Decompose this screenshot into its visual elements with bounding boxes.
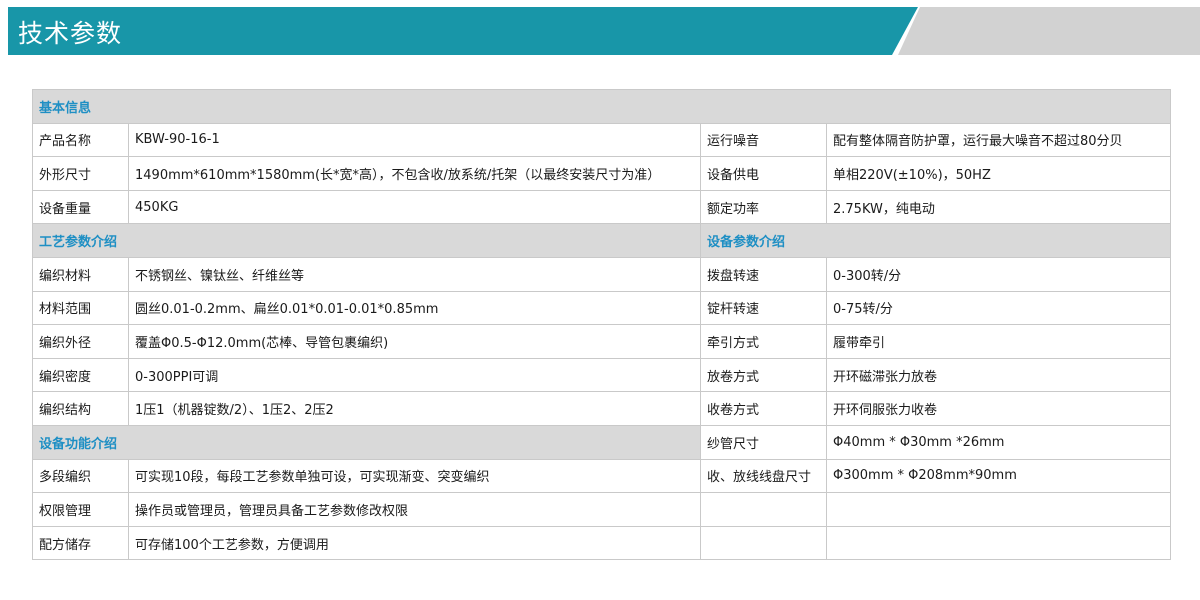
table-row: 材料范围 圆丝0.01-0.2mm、扁丝0.01*0.01-0.01*0.85m… bbox=[32, 290, 1172, 326]
table-row: 编织密度 0-300PPI可调 放卷方式 开环磁滞张力放卷 bbox=[32, 357, 1172, 393]
row-value: 操作员或管理员，管理员具备工艺参数修改权限 bbox=[128, 492, 701, 527]
row-label: 配方储存 bbox=[32, 525, 129, 561]
empty-cell bbox=[700, 525, 827, 561]
row-label: 拨盘转速 bbox=[700, 256, 827, 292]
row-label: 编织材料 bbox=[32, 256, 129, 292]
section-title-functions: 设备功能介绍 bbox=[32, 424, 701, 460]
row-value: 配有整体隔音防护罩，运行最大噪音不超过80分贝 bbox=[825, 122, 1172, 158]
row-label: 编织结构 bbox=[32, 391, 129, 426]
row-value: 圆丝0.01-0.2mm、扁丝0.01*0.01-0.01*0.85mm bbox=[128, 290, 701, 326]
row-label: 产品名称 bbox=[32, 122, 129, 158]
table-row: 产品名称 KBW-90-16-1 运行噪音 配有整体隔音防护罩，运行最大噪音不超… bbox=[32, 122, 1172, 158]
section-row-basic: 基本信息 bbox=[31, 89, 1172, 124]
table-row: 多段编织 可实现10段，每段工艺参数单独可设，可实现渐变、突变编织 收、放线线盘… bbox=[32, 458, 1172, 494]
empty-cell bbox=[825, 525, 1172, 561]
row-value: 单相220V(±10%)，50HZ bbox=[825, 156, 1172, 191]
table-row: 编织材料 不锈钢丝、镍钛丝、纤维丝等 拨盘转速 0-300转/分 bbox=[32, 256, 1172, 292]
row-value: Φ300mm * Φ208mm*90mm bbox=[825, 458, 1172, 494]
row-label: 运行噪音 bbox=[700, 122, 827, 158]
row-value: 可存储100个工艺参数，方便调用 bbox=[128, 525, 701, 561]
row-value: KBW-90-16-1 bbox=[128, 122, 701, 158]
row-value: 450KG bbox=[128, 189, 701, 225]
row-label: 收、放线线盘尺寸 bbox=[700, 458, 827, 494]
section-title-basic: 基本信息 bbox=[31, 89, 1172, 124]
row-value: 0-300转/分 bbox=[825, 256, 1172, 292]
page-title: 技术参数 bbox=[18, 19, 123, 48]
table-row: 外形尺寸 1490mm*610mm*1580mm(长*宽*高），不包含收/放系统… bbox=[32, 156, 1172, 191]
row-value: 履带牵引 bbox=[825, 324, 1172, 359]
table-row: 配方储存 可存储100个工艺参数，方便调用 bbox=[32, 525, 1172, 561]
header-banner-gray bbox=[898, 7, 1200, 55]
row-value: 1490mm*610mm*1580mm(长*宽*高），不包含收/放系统/托架（以… bbox=[128, 156, 701, 191]
row-value: 0-75转/分 bbox=[825, 290, 1172, 326]
row-label: 编织密度 bbox=[32, 357, 129, 393]
row-value: 0-300PPI可调 bbox=[128, 357, 701, 393]
row-value: 覆盖Φ0.5-Φ12.0mm(芯棒、导管包裹编织) bbox=[128, 324, 701, 359]
table-row: 编织外径 覆盖Φ0.5-Φ12.0mm(芯棒、导管包裹编织) 牵引方式 履带牵引 bbox=[32, 324, 1172, 359]
section-title-equipment: 设备参数介绍 bbox=[699, 223, 1172, 258]
row-label: 外形尺寸 bbox=[32, 156, 129, 191]
table-row: 编织结构 1压1（机器锭数/2）、1压2、2压2 收卷方式 开环伺服张力收卷 bbox=[32, 391, 1172, 426]
row-label: 额定功率 bbox=[700, 189, 827, 225]
section-row-functions: 设备功能介绍 纱管尺寸 Φ40mm * Φ30mm *26mm bbox=[32, 424, 1172, 460]
table-row: 权限管理 操作员或管理员，管理员具备工艺参数修改权限 bbox=[32, 492, 1172, 527]
row-label: 材料范围 bbox=[32, 290, 129, 326]
section-title-process: 工艺参数介绍 bbox=[32, 223, 701, 258]
row-value: 2.75KW，纯电动 bbox=[825, 189, 1172, 225]
empty-cell bbox=[825, 492, 1172, 527]
row-label: 权限管理 bbox=[32, 492, 129, 527]
row-label: 收卷方式 bbox=[700, 391, 827, 426]
row-value: 开环伺服张力收卷 bbox=[825, 391, 1172, 426]
row-label: 设备供电 bbox=[700, 156, 827, 191]
header-banner-teal bbox=[8, 7, 918, 55]
header-banner: 技术参数 bbox=[8, 7, 1200, 55]
row-label: 编织外径 bbox=[32, 324, 129, 359]
row-label: 锭杆转速 bbox=[700, 290, 827, 326]
table-row: 设备重量 450KG 额定功率 2.75KW，纯电动 bbox=[32, 189, 1172, 225]
section-row-process: 工艺参数介绍 设备参数介绍 bbox=[32, 223, 1172, 258]
row-label: 纱管尺寸 bbox=[700, 424, 827, 460]
empty-cell bbox=[700, 492, 827, 527]
row-label: 放卷方式 bbox=[700, 357, 827, 393]
row-value: 1压1（机器锭数/2）、1压2、2压2 bbox=[128, 391, 701, 426]
row-value: 开环磁滞张力放卷 bbox=[825, 357, 1172, 393]
row-label: 牵引方式 bbox=[700, 324, 827, 359]
row-label: 设备重量 bbox=[32, 189, 129, 225]
row-label: 多段编织 bbox=[32, 458, 129, 494]
row-value: 可实现10段，每段工艺参数单独可设，可实现渐变、突变编织 bbox=[128, 458, 701, 494]
row-value: Φ40mm * Φ30mm *26mm bbox=[825, 424, 1172, 460]
row-value: 不锈钢丝、镍钛丝、纤维丝等 bbox=[128, 256, 701, 292]
spec-table: 基本信息 产品名称 KBW-90-16-1 运行噪音 配有整体隔音防护罩，运行最… bbox=[31, 89, 1172, 561]
